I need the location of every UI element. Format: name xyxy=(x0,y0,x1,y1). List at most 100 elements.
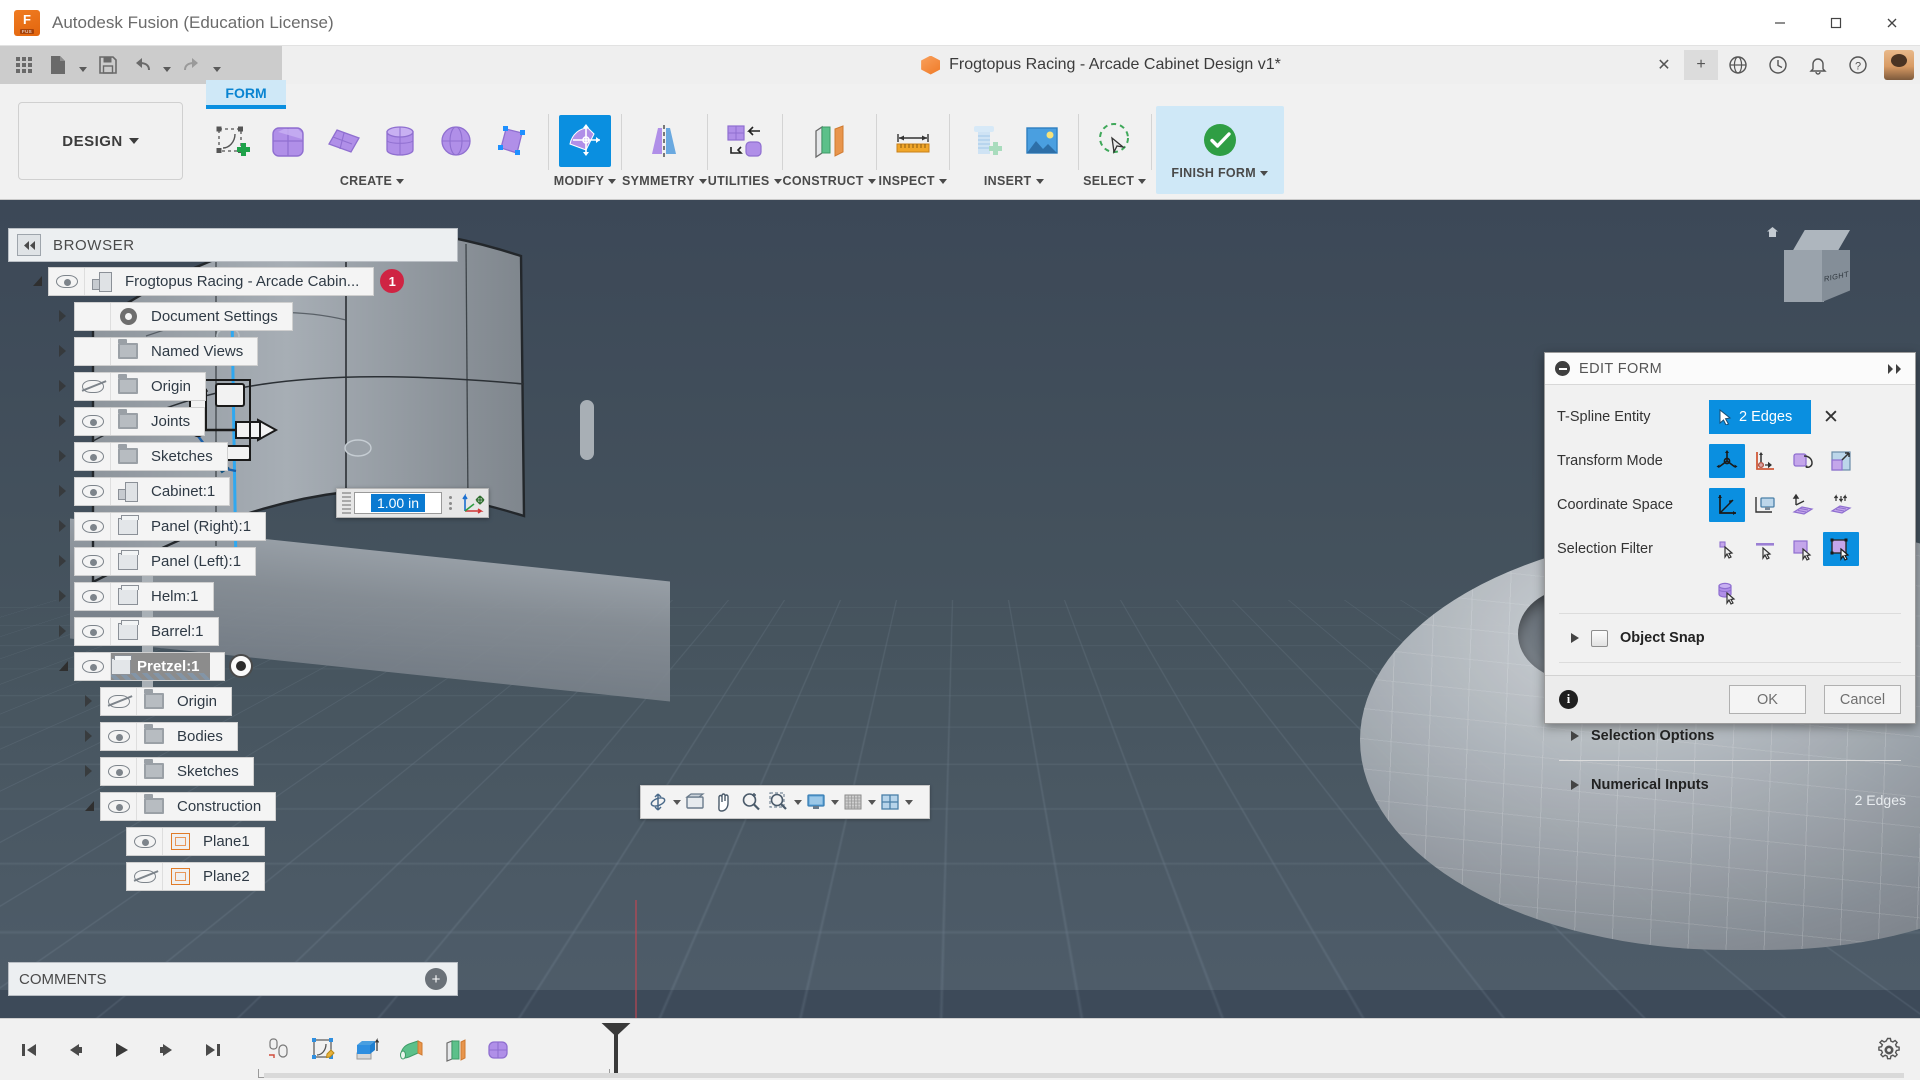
browser-item-chip[interactable]: Document Settings xyxy=(74,301,293,331)
browser-tree-row[interactable]: Bodies xyxy=(8,721,458,751)
layout-caret-icon[interactable] xyxy=(905,799,913,805)
browser-tree-row[interactable]: Named Views xyxy=(8,336,458,366)
visibility-toggle[interactable] xyxy=(75,512,111,540)
expand-arrow-icon[interactable] xyxy=(52,590,74,602)
sketch-icon[interactable] xyxy=(306,1033,340,1067)
expand-arrow-icon[interactable] xyxy=(52,520,74,532)
expand-arrow-icon[interactable] xyxy=(52,310,74,322)
browser-item-chip[interactable]: Plane2 xyxy=(126,861,265,891)
save-icon[interactable] xyxy=(92,50,124,80)
undo-caret[interactable] xyxy=(160,50,174,80)
collapse-arrow-icon[interactable] xyxy=(26,276,48,286)
browser-tree-row[interactable]: Barrel:1 xyxy=(8,616,458,646)
visibility-toggle[interactable] xyxy=(127,827,163,855)
chevron-down-icon[interactable] xyxy=(1035,178,1044,184)
visibility-toggle[interactable] xyxy=(127,862,163,890)
view-cube-right-face[interactable]: RIGHT xyxy=(1822,250,1850,302)
section-object-snap[interactable]: Object Snap xyxy=(1557,614,1903,662)
grid-snap-icon[interactable] xyxy=(839,788,867,816)
expand-arrow-icon[interactable] xyxy=(52,625,74,637)
chevron-down-icon[interactable] xyxy=(938,178,947,184)
minimize-button[interactable] xyxy=(1752,0,1808,46)
plane-icon[interactable] xyxy=(318,115,370,167)
convert-icon[interactable] xyxy=(719,115,771,167)
visibility-eye-icon[interactable] xyxy=(81,554,104,568)
visibility-toggle[interactable] xyxy=(75,652,111,680)
browser-item-chip[interactable]: Frogtopus Racing - Arcade Cabin... xyxy=(48,266,375,296)
globe-icon[interactable] xyxy=(1718,46,1758,84)
visibility-eye-icon[interactable] xyxy=(107,729,130,743)
loft-icon[interactable] xyxy=(394,1033,428,1067)
user-avatar[interactable] xyxy=(1884,50,1914,80)
jump-end-icon[interactable] xyxy=(198,1035,228,1065)
app-grid-icon[interactable] xyxy=(8,50,40,80)
look-at-icon[interactable] xyxy=(681,788,709,816)
zoom-icon[interactable] xyxy=(737,788,765,816)
visibility-toggle[interactable] xyxy=(101,757,137,785)
transform-scale-icon[interactable] xyxy=(1823,444,1859,478)
object-snap-checkbox[interactable] xyxy=(1591,629,1608,647)
browser-item-chip[interactable]: Origin xyxy=(74,371,207,401)
browser-item-chip[interactable]: Origin xyxy=(100,686,233,716)
workspace-switcher[interactable]: DESIGN xyxy=(18,102,183,180)
display-settings-icon[interactable] xyxy=(802,788,830,816)
cancel-button[interactable]: Cancel xyxy=(1824,685,1901,714)
close-document-icon[interactable]: ✕ xyxy=(1644,46,1684,84)
visibility-eye-icon[interactable] xyxy=(81,379,104,393)
orbit-icon[interactable] xyxy=(644,788,672,816)
clock-icon[interactable] xyxy=(1758,46,1798,84)
collapse-left-icon[interactable] xyxy=(17,234,41,256)
select-icon[interactable] xyxy=(1089,115,1141,167)
zoom-caret-icon[interactable] xyxy=(794,799,802,805)
minimize-icon[interactable] xyxy=(1555,361,1570,376)
create-sketch-icon[interactable] xyxy=(206,115,258,167)
chevron-down-icon[interactable] xyxy=(773,178,782,184)
redo-icon[interactable] xyxy=(176,50,208,80)
visibility-toggle[interactable] xyxy=(75,372,111,400)
maximize-button[interactable] xyxy=(1808,0,1864,46)
browser-tree-row[interactable]: Plane1 xyxy=(8,826,458,856)
expand-arrow-icon[interactable] xyxy=(52,345,74,357)
visibility-toggle[interactable] xyxy=(75,442,111,470)
transform-rotate-icon[interactable] xyxy=(1785,444,1821,478)
browser-item-chip[interactable]: Bodies xyxy=(100,721,238,751)
visibility-toggle[interactable] xyxy=(49,267,85,295)
expand-arrow-icon[interactable] xyxy=(52,415,74,427)
zoom-window-icon[interactable] xyxy=(765,788,793,816)
visibility-toggle[interactable] xyxy=(101,792,137,820)
box-icon[interactable] xyxy=(262,115,314,167)
visibility-eye-icon[interactable] xyxy=(107,799,130,813)
browser-item-chip[interactable]: Sketches xyxy=(100,756,254,786)
new-document-icon[interactable] xyxy=(42,50,74,80)
visibility-toggle[interactable] xyxy=(75,617,111,645)
step-back-icon[interactable] xyxy=(60,1035,90,1065)
browser-item-chip[interactable]: Sketches xyxy=(74,441,228,471)
browser-item-chip[interactable]: Construction xyxy=(100,791,277,821)
grid-caret-icon[interactable] xyxy=(868,799,876,805)
chevron-right-icon[interactable] xyxy=(1571,731,1579,741)
face-filter-icon[interactable] xyxy=(1785,532,1821,566)
vertex-filter-icon[interactable] xyxy=(1709,532,1745,566)
expand-arrow-icon[interactable] xyxy=(52,380,74,392)
jump-start-icon[interactable] xyxy=(14,1035,44,1065)
normal-space-icon[interactable] xyxy=(1785,488,1821,522)
chevron-down-icon[interactable] xyxy=(698,178,707,184)
browser-tree-row[interactable]: Plane2 xyxy=(8,861,458,891)
visibility-eye-icon[interactable] xyxy=(133,869,156,883)
browser-tree-row[interactable]: Sketches xyxy=(8,756,458,786)
cylinder-icon[interactable] xyxy=(374,115,426,167)
axis-move-icon[interactable] xyxy=(460,491,486,515)
body-filter-icon[interactable] xyxy=(1823,532,1859,566)
mirror-internal-icon[interactable] xyxy=(638,115,690,167)
redo-caret[interactable] xyxy=(210,50,224,80)
help-icon[interactable]: ? xyxy=(1838,46,1878,84)
timeline-marker[interactable] xyxy=(614,1026,618,1075)
browser-tree-row[interactable]: Pretzel:1 xyxy=(8,651,458,681)
browser-tree-row[interactable]: Origin xyxy=(8,371,458,401)
viewport-layout-icon[interactable] xyxy=(876,788,904,816)
browser-tree-row[interactable]: Construction xyxy=(8,791,458,821)
visibility-eye-icon[interactable] xyxy=(107,764,130,778)
expand-right-icon[interactable] xyxy=(1887,363,1905,374)
visibility-eye-icon[interactable] xyxy=(81,659,104,673)
measure-icon[interactable] xyxy=(887,115,939,167)
